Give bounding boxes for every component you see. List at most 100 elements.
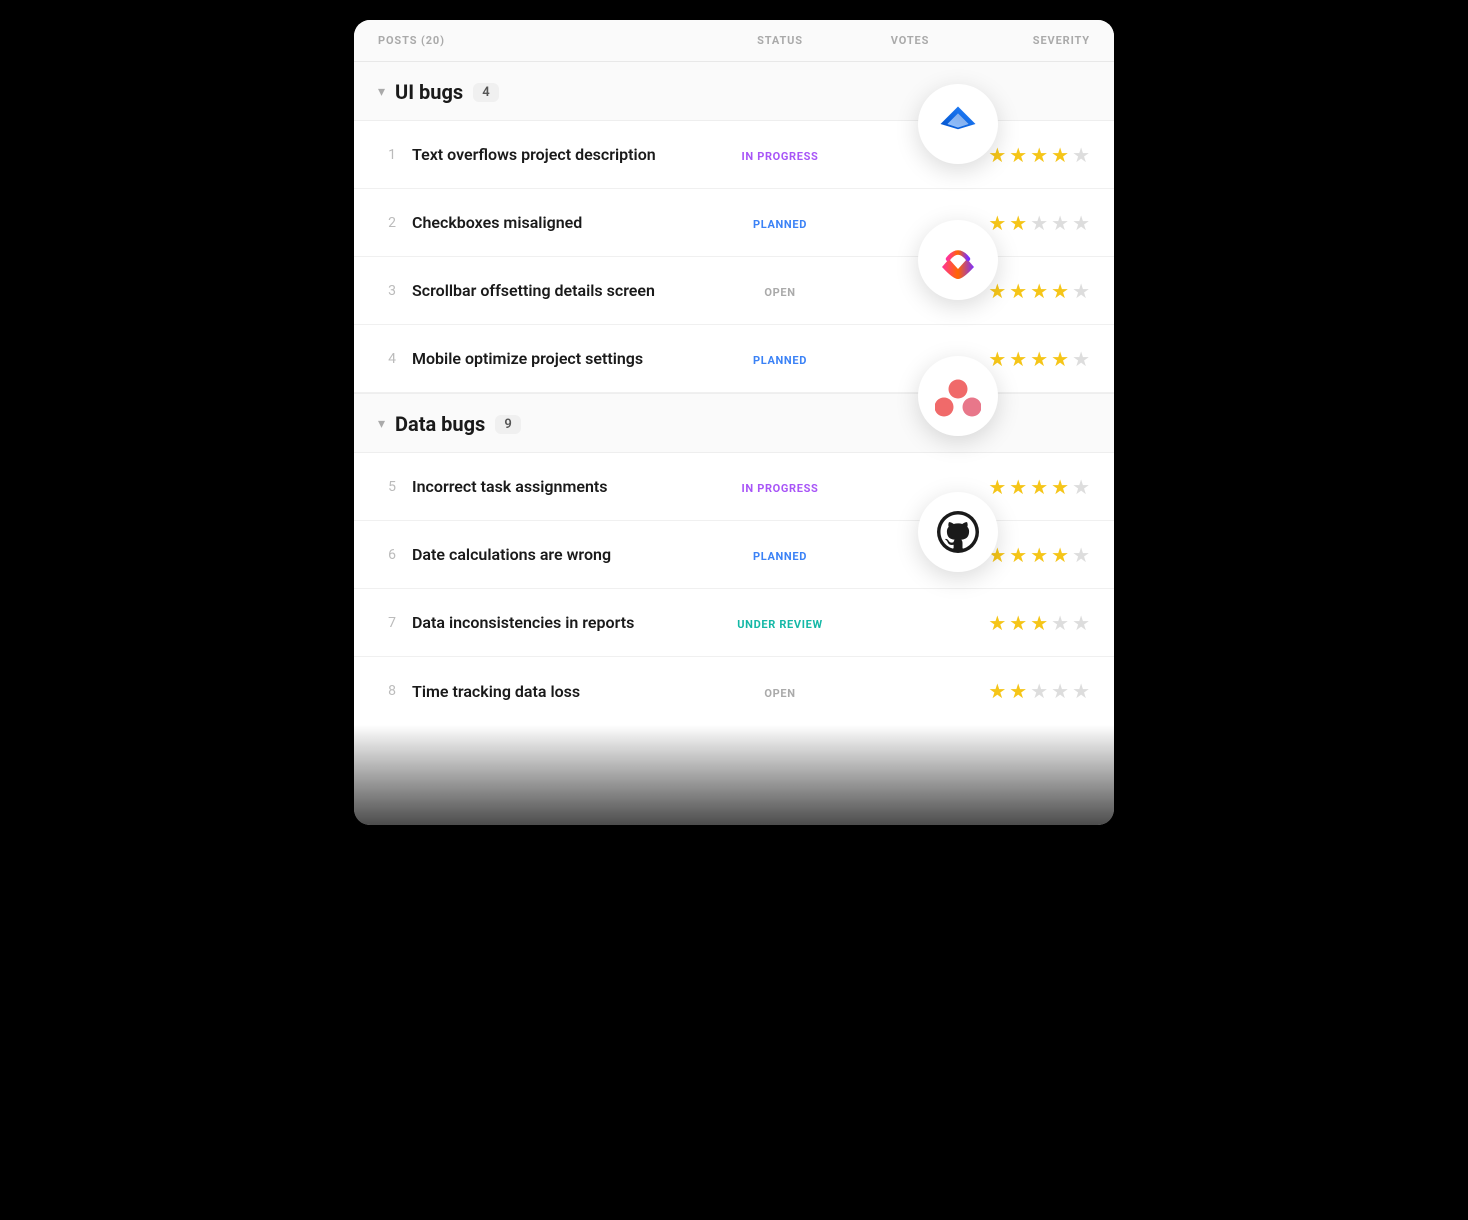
star-7-4: ★: [1051, 613, 1069, 633]
star-5-4: ★: [1051, 477, 1069, 497]
status-badge-1: IN PROGRESS: [742, 150, 819, 163]
star-3-4: ★: [1051, 281, 1069, 301]
star-7-2: ★: [1009, 613, 1027, 633]
row-title-6: Date calculations are wrong: [412, 545, 611, 564]
star-4-4: ★: [1051, 349, 1069, 369]
severity-col-label: SEVERITY: [960, 34, 1090, 47]
star-4-1: ★: [988, 349, 1006, 369]
star-2-2: ★: [1009, 213, 1027, 233]
row-title-5: Incorrect task assignments: [412, 477, 608, 496]
star-5-3: ★: [1030, 477, 1048, 497]
star-3-5: ★: [1072, 281, 1090, 301]
group-count-ui-bugs: 4: [473, 83, 498, 102]
app-icon-3: [918, 492, 998, 572]
row-title-3: Scrollbar offsetting details screen: [412, 281, 655, 300]
star-7-5: ★: [1072, 613, 1090, 633]
row-title-4: Mobile optimize project settings: [412, 349, 643, 368]
stars-8: ★★★★★: [960, 681, 1090, 701]
star-1-3: ★: [1030, 145, 1048, 165]
star-6-3: ★: [1030, 545, 1048, 565]
star-8-5: ★: [1072, 681, 1090, 701]
table-row: 6 Date calculations are wrong PLANNED ★★…: [354, 521, 1114, 589]
star-6-5: ★: [1072, 545, 1090, 565]
row-title-2: Checkboxes misaligned: [412, 213, 582, 232]
status-cell-1: IN PROGRESS: [700, 145, 860, 164]
status-cell-7: UNDER REVIEW: [700, 613, 860, 632]
star-5-5: ★: [1072, 477, 1090, 497]
app-icon-0: [918, 84, 998, 164]
row-num-5: 5: [378, 479, 396, 495]
rows-section: ▾ UI bugs 4 1 Text overflows project des…: [354, 62, 1114, 725]
table-row: 3 Scrollbar offsetting details screen OP…: [354, 257, 1114, 325]
row-title-7: Data inconsistencies in reports: [412, 613, 634, 632]
app-icon-1: [918, 220, 998, 300]
group-header-ui-bugs: ▾ UI bugs 4: [354, 62, 1114, 121]
status-cell-6: PLANNED: [700, 545, 860, 564]
group-count-data-bugs: 9: [495, 415, 520, 434]
star-7-1: ★: [988, 613, 1006, 633]
table-header: POSTS (20) STATUS VOTES SEVERITY: [354, 20, 1114, 62]
star-2-5: ★: [1072, 213, 1090, 233]
status-col-label: STATUS: [700, 34, 860, 47]
status-badge-8: OPEN: [764, 687, 795, 700]
row-num-4: 4: [378, 351, 396, 367]
bottom-overflow: [354, 725, 1114, 825]
star-5-2: ★: [1009, 477, 1027, 497]
app-icon-2: [918, 356, 998, 436]
table-row: 1 Text overflows project description IN …: [354, 121, 1114, 189]
star-6-4: ★: [1051, 545, 1069, 565]
table-row: 5 Incorrect task assignments IN PROGRESS…: [354, 453, 1114, 521]
star-8-1: ★: [988, 681, 1006, 701]
table-row: 2 Checkboxes misaligned PLANNED ★★★★★: [354, 189, 1114, 257]
star-8-2: ★: [1009, 681, 1027, 701]
row-title-8: Time tracking data loss: [412, 682, 580, 701]
stars-5: ★★★★★: [960, 477, 1090, 497]
row-num-7: 7: [378, 615, 396, 631]
table-row: 7 Data inconsistencies in reports UNDER …: [354, 589, 1114, 657]
star-3-3: ★: [1030, 281, 1048, 301]
star-1-5: ★: [1072, 145, 1090, 165]
star-2-3: ★: [1030, 213, 1048, 233]
row-num-2: 2: [378, 215, 396, 231]
chevron-ui-bugs[interactable]: ▾: [378, 84, 385, 100]
table-row: 8 Time tracking data loss OPEN ★★★★★: [354, 657, 1114, 725]
star-7-3: ★: [1030, 613, 1048, 633]
group-title-data-bugs: Data bugs: [395, 412, 485, 436]
row-main-8: 8 Time tracking data loss: [378, 682, 700, 701]
star-6-2: ★: [1009, 545, 1027, 565]
star-2-1: ★: [988, 213, 1006, 233]
status-cell-4: PLANNED: [700, 349, 860, 368]
star-1-4: ★: [1051, 145, 1069, 165]
status-cell-3: OPEN: [700, 281, 860, 300]
row-main-1: 1 Text overflows project description: [378, 145, 700, 164]
status-badge-5: IN PROGRESS: [742, 482, 819, 495]
star-1-1: ★: [988, 145, 1006, 165]
star-3-1: ★: [988, 281, 1006, 301]
row-num-1: 1: [378, 147, 396, 163]
star-8-4: ★: [1051, 681, 1069, 701]
star-4-3: ★: [1030, 349, 1048, 369]
row-main-6: 6 Date calculations are wrong: [378, 545, 700, 564]
row-main-4: 4 Mobile optimize project settings: [378, 349, 700, 368]
star-3-2: ★: [1009, 281, 1027, 301]
status-badge-7: UNDER REVIEW: [737, 618, 823, 631]
row-num-6: 6: [378, 547, 396, 563]
star-2-4: ★: [1051, 213, 1069, 233]
row-main-3: 3 Scrollbar offsetting details screen: [378, 281, 700, 300]
votes-col-label: VOTES: [860, 34, 960, 47]
chevron-data-bugs[interactable]: ▾: [378, 416, 385, 432]
status-badge-3: OPEN: [764, 286, 795, 299]
status-cell-2: PLANNED: [700, 213, 860, 232]
row-main-7: 7 Data inconsistencies in reports: [378, 613, 700, 632]
status-cell-5: IN PROGRESS: [700, 477, 860, 496]
star-4-2: ★: [1009, 349, 1027, 369]
group-title-ui-bugs: UI bugs: [395, 80, 463, 104]
status-cell-8: OPEN: [700, 682, 860, 701]
row-num-8: 8: [378, 683, 396, 699]
stars-7: ★★★★★: [960, 613, 1090, 633]
star-4-5: ★: [1072, 349, 1090, 369]
status-badge-6: PLANNED: [753, 550, 807, 563]
row-main-2: 2 Checkboxes misaligned: [378, 213, 700, 232]
group-header-data-bugs: ▾ Data bugs 9: [354, 393, 1114, 453]
row-title-1: Text overflows project description: [412, 145, 656, 164]
